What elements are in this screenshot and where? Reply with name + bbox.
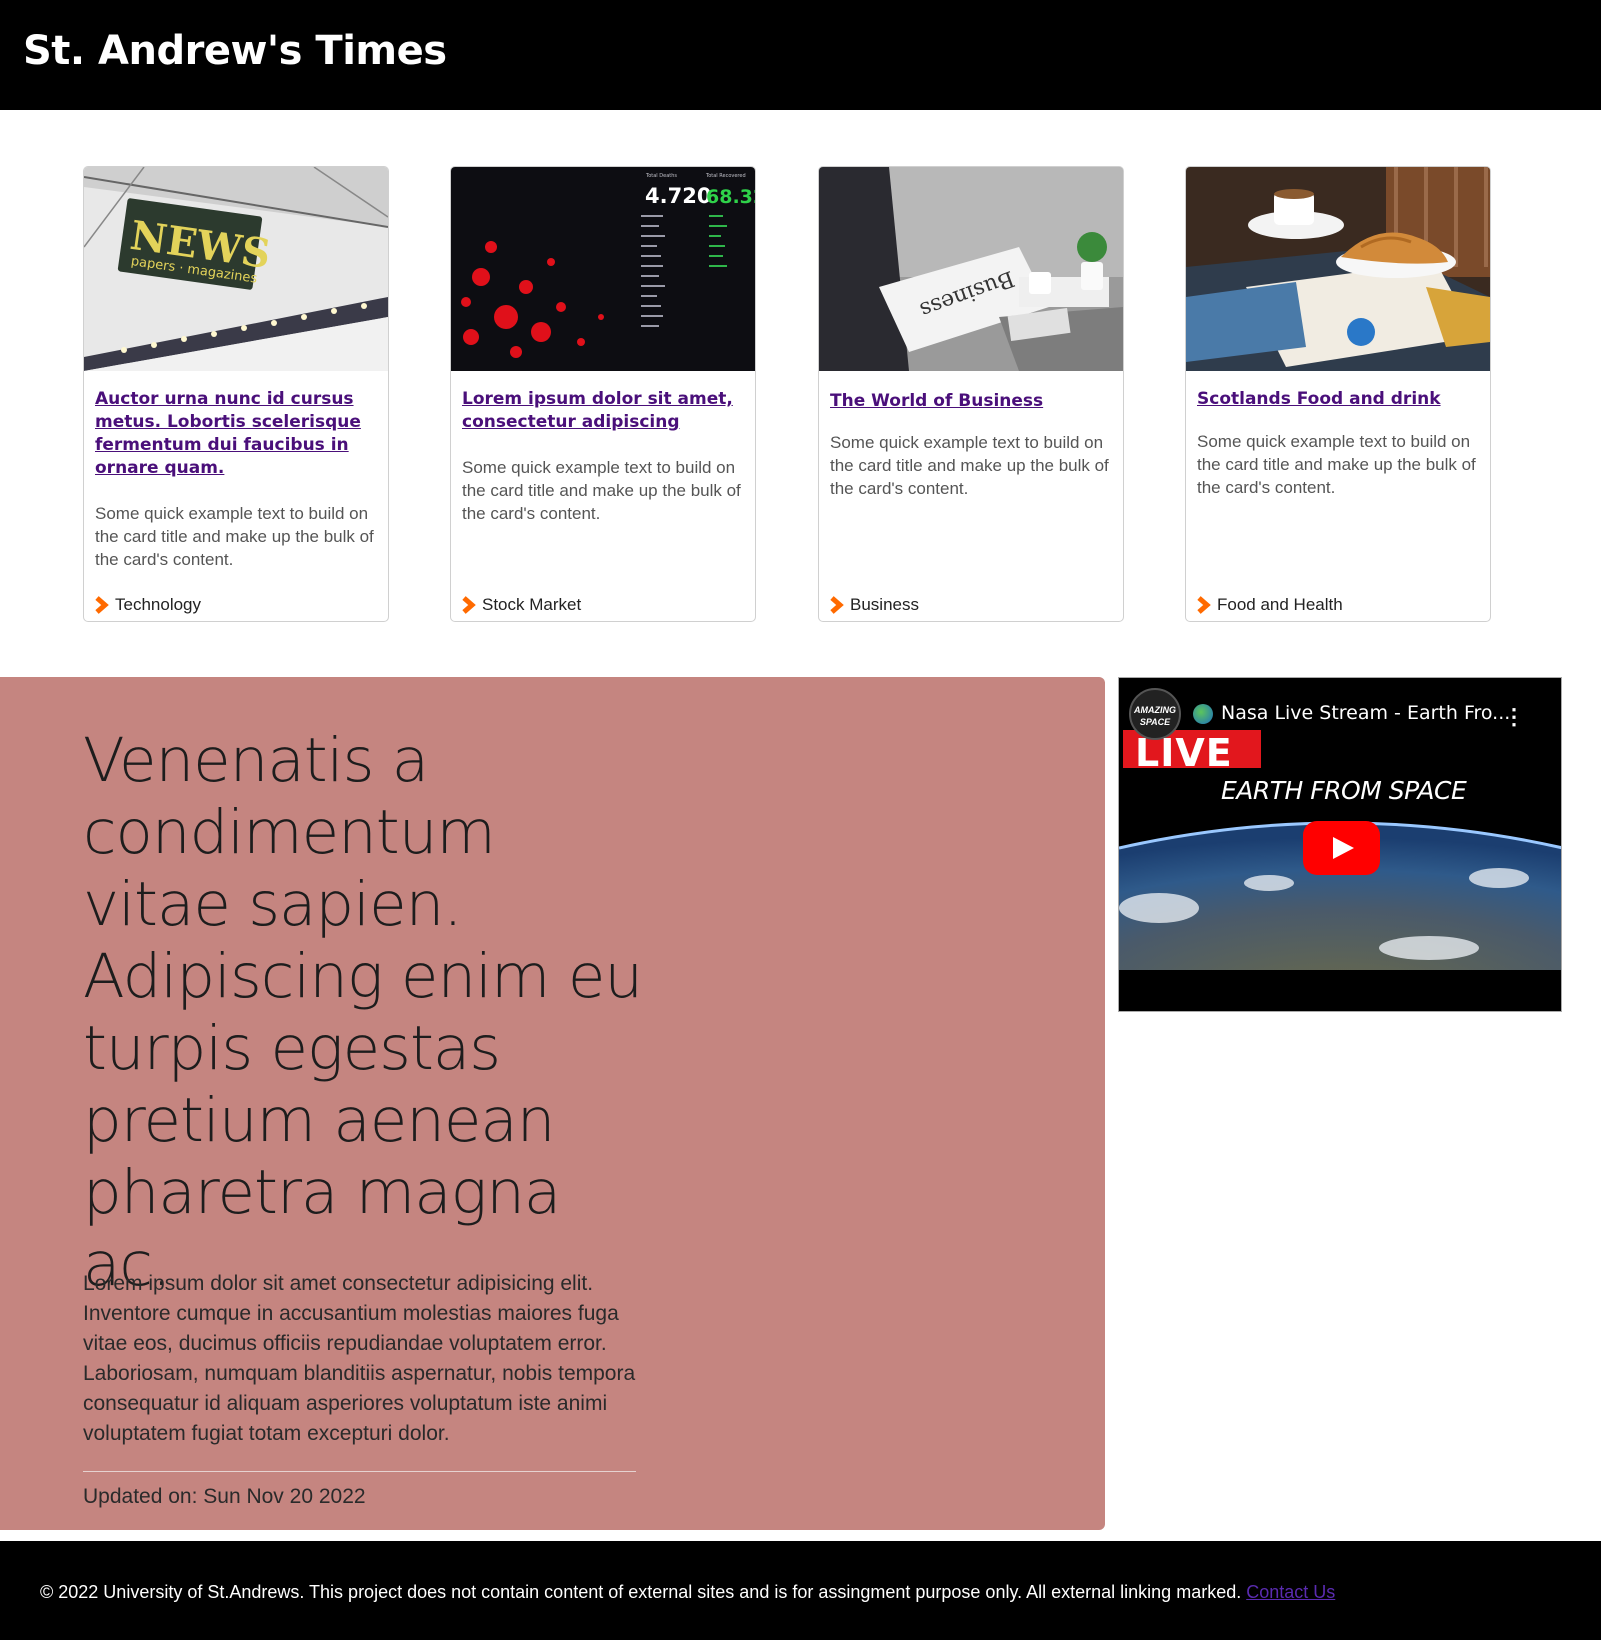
- chevron-right-icon: [95, 596, 109, 614]
- top-navbar: St. Andrew's Times: [0, 0, 1601, 110]
- card-title-link[interactable]: Lorem ipsum dolor sit amet, consectetur …: [462, 388, 745, 434]
- globe-icon: [1193, 704, 1213, 724]
- category-label: Technology: [115, 595, 202, 614]
- article-card-stock-market: Total Deaths Total Recovered 4.720 68.32…: [450, 166, 756, 622]
- total-recovered-value: 68.324: [706, 186, 755, 208]
- card-text: Some quick example text to build on the …: [1197, 432, 1476, 497]
- svg-text:Total Deaths: Total Deaths: [645, 173, 677, 179]
- card-title-link[interactable]: Scotlands Food and drink: [1197, 388, 1480, 411]
- card-title-link[interactable]: The World of Business: [830, 390, 1113, 413]
- category-link[interactable]: Technology: [94, 595, 201, 615]
- category-link[interactable]: Stock Market: [461, 595, 581, 615]
- category-link[interactable]: Food and Health: [1196, 595, 1343, 615]
- brand-title[interactable]: St. Andrew's Times: [23, 28, 447, 74]
- video-title[interactable]: Nasa Live Stream - Earth Fro...: [1221, 702, 1510, 724]
- footer-text: © 2022 University of St.Andrews. This pr…: [40, 1582, 1335, 1603]
- category-link[interactable]: Business: [829, 595, 919, 615]
- dashboard-map-image: Total Deaths Total Recovered 4.720 68.32…: [451, 167, 755, 371]
- article-card-technology: NEWS papers · magazines Auctor urna nunc…: [83, 166, 389, 622]
- article-card-business: Business The World of Business Some quic…: [818, 166, 1124, 622]
- newspaper-reader-image: Business: [819, 167, 1123, 371]
- chevron-right-icon: [1197, 596, 1211, 614]
- feature-body: Lorem ipsum dolor sit amet consectetur a…: [83, 1272, 636, 1445]
- svg-text:Total Recovered: Total Recovered: [705, 173, 746, 179]
- divider: [83, 1471, 636, 1472]
- feature-section: Venenatis a condimentum vitae sapien. Ad…: [0, 677, 1105, 1530]
- youtube-video-embed[interactable]: AMAZING SPACE Nasa Live Stream - Earth F…: [1118, 677, 1562, 1012]
- updated-timestamp: Updated on: Sun Nov 20 2022: [83, 1485, 366, 1508]
- copyright-text: © 2022 University of St.Andrews. This pr…: [40, 1582, 1247, 1602]
- coffee-croissant-image: [1186, 167, 1490, 371]
- total-deaths-value: 4.720: [645, 184, 711, 208]
- chevron-right-icon: [830, 596, 844, 614]
- more-vert-icon[interactable]: ⋮: [1503, 704, 1525, 730]
- video-subtitle: EARTH FROM SPACE: [1221, 776, 1467, 805]
- play-button[interactable]: [1303, 821, 1380, 875]
- chevron-right-icon: [462, 596, 476, 614]
- category-label: Food and Health: [1217, 595, 1343, 614]
- footer: © 2022 University of St.Andrews. This pr…: [0, 1541, 1601, 1640]
- card-title-link[interactable]: Auctor urna nunc id cursus metus. Lobort…: [95, 388, 378, 480]
- category-label: Stock Market: [482, 595, 582, 614]
- card-text: Some quick example text to build on the …: [95, 504, 374, 569]
- card-text: Some quick example text to build on the …: [462, 458, 741, 523]
- news-sign-image: NEWS papers · magazines: [84, 167, 388, 371]
- contact-us-link[interactable]: Contact Us: [1246, 1582, 1335, 1602]
- article-card-food-health: Scotlands Food and drink Some quick exam…: [1185, 166, 1491, 622]
- category-label: Business: [850, 595, 919, 614]
- live-badge: LIVE: [1135, 731, 1233, 775]
- card-text: Some quick example text to build on the …: [830, 433, 1109, 498]
- feature-headline: Venenatis a condimentum vitae sapien. Ad…: [83, 725, 643, 1300]
